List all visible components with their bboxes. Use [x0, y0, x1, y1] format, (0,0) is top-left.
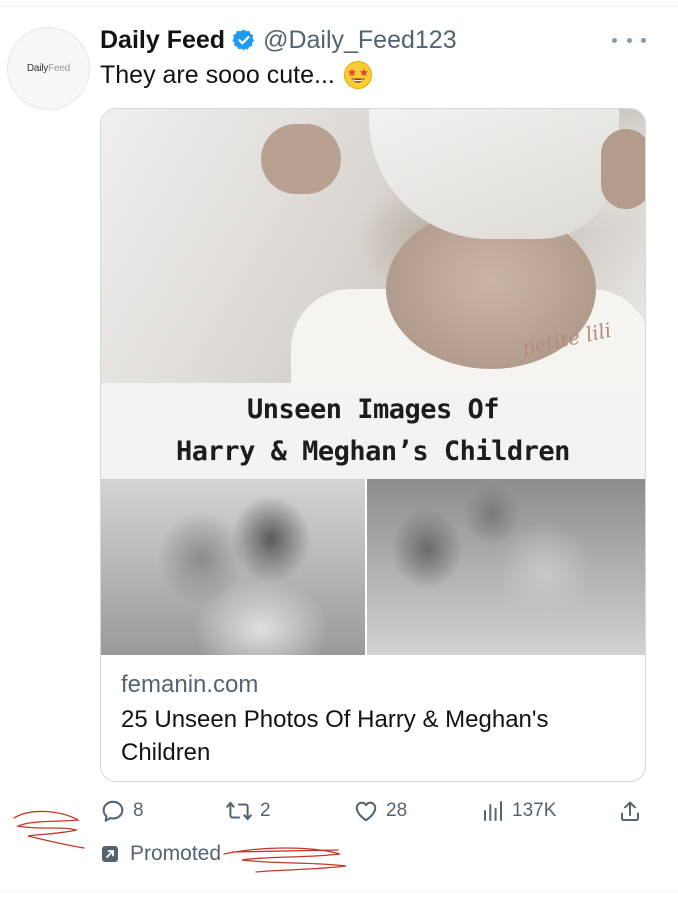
bottom-divider: [0, 891, 678, 892]
handle[interactable]: @Daily_Feed123: [263, 26, 457, 55]
views-button[interactable]: 137K: [481, 796, 556, 826]
link-card[interactable]: petite lili Unseen Images Of Harry & Meg…: [100, 108, 646, 782]
reply-button[interactable]: 8: [100, 796, 144, 826]
card-title: 25 Unseen Photos Of Harry & Meghan's Chi…: [121, 706, 549, 766]
red-scribble-left: [13, 810, 85, 849]
tweet-text: They are sooo cute...: [100, 60, 373, 90]
promoted-text: Promoted: [130, 842, 222, 865]
verified-badge-icon[interactable]: [232, 28, 256, 52]
card-image[interactable]: petite lili Unseen Images Of Harry & Meg…: [101, 109, 645, 655]
mother-child-photo: [101, 479, 365, 655]
image-caption-banner: Unseen Images Of Harry & Meghan’s Childr…: [101, 383, 645, 479]
analytics-icon: [484, 801, 502, 821]
card-domain: femanin.com: [121, 671, 259, 698]
more-options-icon[interactable]: [612, 34, 646, 46]
display-name[interactable]: Daily Feed: [100, 26, 225, 55]
reply-icon: [102, 800, 124, 822]
repost-count: 2: [260, 800, 271, 821]
share-icon: [621, 801, 639, 821]
promoted-arrow-icon: [102, 846, 118, 862]
tweet-actions: 8 2 28 137K: [100, 796, 644, 826]
top-divider: [0, 6, 678, 7]
repost-button[interactable]: 2: [225, 796, 271, 826]
avatar-wordmark: DailyFeed: [26, 63, 71, 74]
share-button[interactable]: [618, 796, 642, 826]
tweet-body: They are sooo cute...: [100, 60, 335, 89]
repost-icon: [226, 801, 252, 821]
image-caption-line-1: Unseen Images Of: [246, 394, 500, 425]
promoted-label[interactable]: Promoted: [102, 842, 221, 866]
star-struck-emoji-icon: [343, 60, 373, 90]
family-bath-photo: [367, 479, 645, 655]
like-count: 28: [386, 800, 408, 821]
tweet-header: Daily Feed @Daily_Feed123: [100, 22, 457, 58]
image-caption-line-2: Harry & Meghan’s Children: [176, 436, 570, 467]
like-button[interactable]: 28: [353, 796, 407, 826]
reply-count: 8: [133, 800, 144, 821]
red-scribble-right: [223, 847, 347, 873]
avatar[interactable]: DailyFeed: [7, 27, 90, 110]
baby-photo: petite lili: [101, 109, 645, 389]
view-count: 137K: [512, 800, 557, 821]
heart-icon: [355, 801, 377, 822]
